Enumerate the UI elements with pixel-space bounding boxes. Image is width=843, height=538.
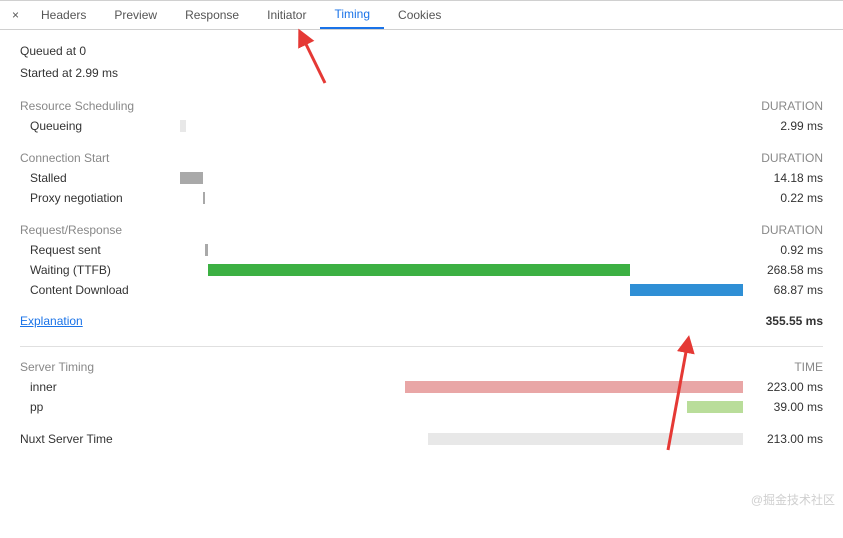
row-value: 2.99 ms — [743, 119, 823, 133]
bar-area — [180, 264, 743, 276]
tab-cookies[interactable]: Cookies — [384, 1, 455, 29]
row-label: Waiting (TTFB) — [20, 263, 180, 277]
row-value: 14.18 ms — [743, 171, 823, 185]
timing-row: Stalled 14.18 ms — [20, 168, 823, 188]
server-timing-total: Nuxt Server Time 213.00 ms — [20, 429, 823, 449]
close-icon[interactable]: × — [4, 8, 27, 22]
section-title: Resource Scheduling — [20, 99, 761, 113]
bar-area — [180, 192, 743, 204]
tab-initiator[interactable]: Initiator — [253, 1, 320, 29]
row-value: 0.22 ms — [743, 191, 823, 205]
divider — [20, 346, 823, 347]
timing-bar — [180, 120, 186, 132]
section-header: Request/ResponseDURATION — [20, 220, 823, 240]
server-timing-header: Server TimingTIME — [20, 357, 823, 377]
row-value: 268.58 ms — [743, 263, 823, 277]
timing-panel: Queued at 0 Started at 2.99 ms Resource … — [0, 30, 843, 459]
bar-area — [180, 381, 743, 393]
timing-bar — [428, 433, 743, 445]
timing-bar — [687, 401, 743, 413]
row-label: Content Download — [20, 283, 180, 297]
tab-bar: × HeadersPreviewResponseInitiatorTimingC… — [0, 0, 843, 30]
timing-row: Waiting (TTFB) 268.58 ms — [20, 260, 823, 280]
watermark: @掘金技术社区 — [751, 491, 835, 508]
section-title: Connection Start — [20, 151, 761, 165]
server-timing-row: inner 223.00 ms — [20, 377, 823, 397]
section-header: Connection StartDURATION — [20, 148, 823, 168]
row-label: Nuxt Server Time — [20, 432, 180, 446]
explanation-link[interactable]: Explanation — [20, 314, 83, 328]
timing-bar — [203, 192, 206, 204]
bar-area — [180, 120, 743, 132]
timing-bar — [405, 381, 743, 393]
duration-label: DURATION — [761, 151, 823, 165]
tab-headers[interactable]: Headers — [27, 1, 100, 29]
section-title: Server Timing — [20, 360, 794, 374]
explanation-row: Explanation 355.55 ms — [20, 314, 823, 328]
row-label: Queueing — [20, 119, 180, 133]
section-title: Request/Response — [20, 223, 761, 237]
bar-area — [180, 401, 743, 413]
row-value: 39.00 ms — [743, 400, 823, 414]
timing-row: Queueing 2.99 ms — [20, 116, 823, 136]
duration-label: DURATION — [761, 99, 823, 113]
started-at: Started at 2.99 ms — [20, 62, 823, 84]
queued-at: Queued at 0 — [20, 40, 823, 62]
tab-response[interactable]: Response — [171, 1, 253, 29]
bar-area — [180, 433, 743, 445]
section-header: Resource SchedulingDURATION — [20, 96, 823, 116]
bar-area — [180, 172, 743, 184]
row-label: Stalled — [20, 171, 180, 185]
bar-area — [180, 244, 743, 256]
timing-section: Request/ResponseDURATION Request sent 0.92… — [20, 220, 823, 300]
timing-bar — [205, 244, 208, 256]
timing-section: Resource SchedulingDURATION Queueing 2.99 … — [20, 96, 823, 136]
timing-row: Request sent 0.92 ms — [20, 240, 823, 260]
duration-label: DURATION — [761, 223, 823, 237]
timing-row: Proxy negotiation 0.22 ms — [20, 188, 823, 208]
timing-bar — [630, 284, 743, 296]
timing-bar — [180, 172, 203, 184]
row-value: 68.87 ms — [743, 283, 823, 297]
timing-section: Connection StartDURATION Stalled 14.18 ms P… — [20, 148, 823, 208]
server-timing-row: pp 39.00 ms — [20, 397, 823, 417]
bar-area — [180, 284, 743, 296]
tab-preview[interactable]: Preview — [100, 1, 171, 29]
row-value: 213.00 ms — [743, 432, 823, 446]
row-label: Request sent — [20, 243, 180, 257]
row-label: Proxy negotiation — [20, 191, 180, 205]
tab-timing[interactable]: Timing — [320, 1, 384, 29]
timing-row: Content Download 68.87 ms — [20, 280, 823, 300]
total-time: 355.55 ms — [766, 314, 823, 328]
row-value: 223.00 ms — [743, 380, 823, 394]
duration-label: TIME — [794, 360, 823, 374]
row-value: 0.92 ms — [743, 243, 823, 257]
row-label: inner — [20, 380, 180, 394]
row-label: pp — [20, 400, 180, 414]
timing-bar — [208, 264, 630, 276]
